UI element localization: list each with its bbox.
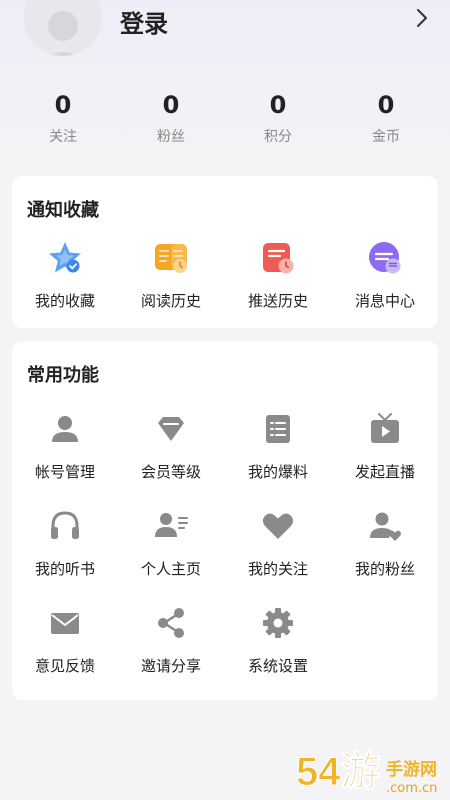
grid-item-label: 阅读历史 [140, 292, 201, 310]
watermark-text: 54游 [296, 750, 381, 794]
grid-item-label: 意见反馈 [34, 657, 95, 675]
list-icon [266, 415, 290, 443]
default-avatar-icon [24, 0, 102, 56]
stats-row: 0 关注 0 粉丝 0 积分 0 金币 [0, 88, 450, 152]
grid-item-label: 我的关注 [247, 560, 308, 578]
functions-card-title: 常用功能 [27, 365, 99, 386]
stat-value: 0 [162, 91, 180, 119]
stat-label: 关注 [49, 129, 77, 145]
grid-item-push-history[interactable]: 推送历史 [225, 240, 331, 311]
grid-item-label: 邀请分享 [140, 657, 201, 675]
grid-item-homepage[interactable]: 个人主页 [118, 508, 224, 579]
share-icon [158, 608, 184, 638]
stat-value: 0 [269, 91, 287, 119]
notify-card-title: 通知收藏 [27, 200, 99, 221]
grid-item-label: 会员等级 [140, 463, 201, 481]
watermark-domain: .com.cn [386, 781, 437, 796]
message-icon [369, 242, 401, 274]
grid-item-following[interactable]: 我的关注 [225, 508, 331, 579]
grid-item-label: 我的听书 [34, 560, 95, 578]
notify-card: 通知收藏 我的收藏 阅读历史 推送历史 消息中心 [12, 176, 438, 328]
login-link[interactable]: 登录 [120, 4, 168, 39]
diamond-icon [158, 417, 184, 441]
grid-item-membership[interactable]: 会员等级 [118, 411, 224, 482]
grid-item-feedback[interactable]: 意见反馈 [12, 605, 118, 676]
grid-item-go-live[interactable]: 发起直播 [332, 411, 438, 482]
site-watermark: 54游 手游网 .com.cn [296, 750, 438, 797]
grid-item-label: 帐号管理 [34, 463, 95, 481]
grid-item-audiobooks[interactable]: 我的听书 [12, 508, 118, 579]
functions-card: 常用功能 帐号管理 会员等级 我的爆料 发起直播 我的听书 个人主页 我的关注 … [12, 341, 438, 700]
push-history-icon [263, 243, 294, 274]
book-icon [155, 244, 187, 273]
grid-item-label: 推送历史 [247, 292, 308, 310]
user-icon [52, 416, 78, 442]
user-heart-icon [370, 512, 401, 541]
grid-item-reading-history[interactable]: 阅读历史 [118, 240, 224, 311]
stat-value: 0 [54, 91, 72, 119]
stat-label: 粉丝 [157, 129, 185, 145]
stat-label: 积分 [264, 129, 292, 145]
stat-label: 金币 [372, 129, 400, 145]
grid-item-my-fans[interactable]: 我的粉丝 [332, 508, 438, 579]
heart-icon [262, 513, 294, 539]
grid-item-message-center[interactable]: 消息中心 [332, 240, 438, 311]
grid-item-label: 消息中心 [354, 292, 415, 310]
profile-header: 登录 [0, 0, 450, 60]
chevron-right-icon[interactable] [412, 8, 432, 28]
grid-item-settings[interactable]: 系统设置 [225, 605, 331, 676]
grid-item-label: 发起直播 [354, 463, 415, 481]
stat-follow[interactable]: 0 关注 [23, 88, 103, 146]
grid-item-label: 我的收藏 [34, 292, 95, 310]
mail-icon [51, 613, 79, 634]
grid-item-invite-share[interactable]: 邀请分享 [118, 605, 224, 676]
grid-item-my-reports[interactable]: 我的爆料 [225, 411, 331, 482]
grid-item-favorites[interactable]: 我的收藏 [12, 240, 118, 311]
stat-fans[interactable]: 0 粉丝 [131, 88, 211, 146]
grid-item-account[interactable]: 帐号管理 [12, 411, 118, 482]
grid-item-label: 我的粉丝 [354, 560, 415, 578]
grid-item-label: 系统设置 [247, 657, 308, 675]
watermark-subtext: 手游网 [386, 759, 437, 780]
grid-item-label: 我的爆料 [247, 463, 308, 481]
tv-icon [371, 413, 399, 443]
gear-icon [263, 608, 293, 638]
stat-points[interactable]: 0 积分 [238, 88, 318, 146]
grid-item-label: 个人主页 [140, 560, 201, 578]
headphones-icon [51, 511, 79, 539]
avatar[interactable] [24, 0, 102, 56]
stat-value: 0 [377, 91, 395, 119]
star-icon [49, 242, 81, 273]
profile-card-icon [155, 513, 188, 537]
stat-coins[interactable]: 0 金币 [346, 88, 426, 146]
